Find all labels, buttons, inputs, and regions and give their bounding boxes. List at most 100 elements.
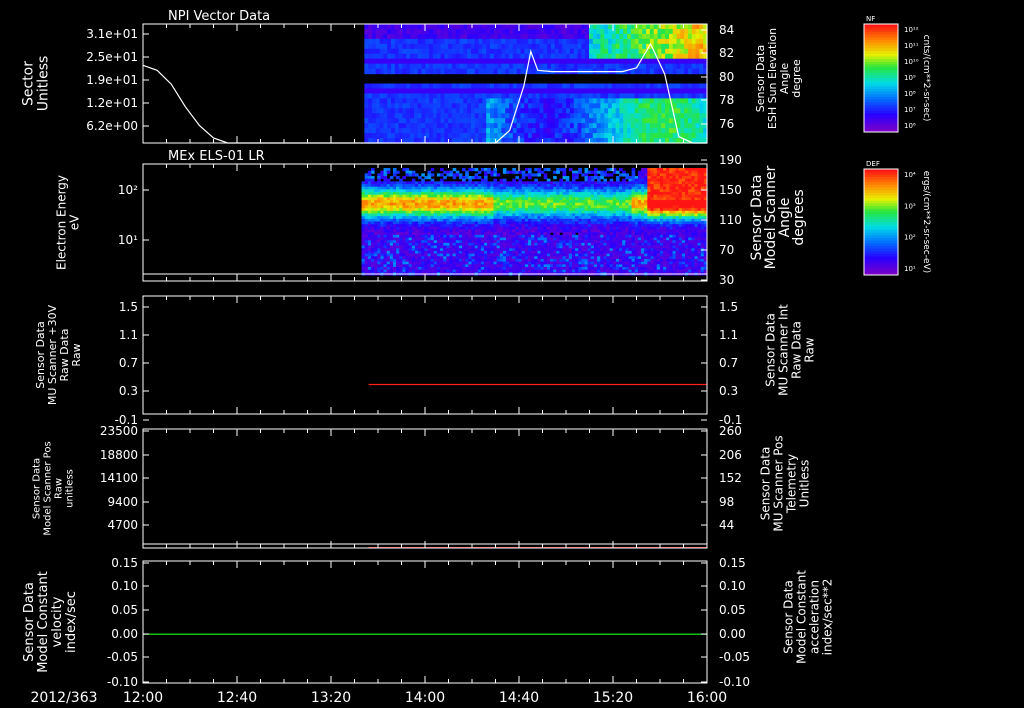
heatmap-cell <box>512 68 518 75</box>
heatmap-cell <box>604 33 609 40</box>
heatmap-cell <box>562 53 567 60</box>
heatmap-cell <box>470 123 476 129</box>
heatmap-cell <box>474 28 480 35</box>
heatmap-cell <box>596 33 602 40</box>
heatmap-cell <box>402 53 407 60</box>
heatmap-cell <box>429 98 434 104</box>
heatmap-cell <box>478 133 483 139</box>
heatmap-cell <box>638 68 643 75</box>
heatmap-cell <box>684 24 689 30</box>
heatmap-cell <box>672 43 678 50</box>
heatmap-cell <box>432 88 438 95</box>
heatmap-cell <box>562 103 567 109</box>
heatmap-cell <box>630 113 636 119</box>
heatmap-cell <box>490 58 495 65</box>
heatmap-cell <box>391 98 396 104</box>
heatmap-cell <box>509 170 513 174</box>
heatmap-cell <box>596 103 602 109</box>
heatmap-cell <box>600 118 605 124</box>
heatmap-cell <box>592 83 598 90</box>
heatmap-cell <box>646 88 651 95</box>
heatmap-cell <box>448 93 453 99</box>
heatmap-cell <box>687 108 693 114</box>
heatmap-cell <box>691 88 697 95</box>
heatmap-cell <box>695 68 700 75</box>
heatmap-cell <box>569 98 575 104</box>
heatmap-cell <box>550 53 556 60</box>
heatmap-cell <box>486 118 491 124</box>
heatmap-cell <box>490 43 495 50</box>
heatmap-cell <box>600 133 605 139</box>
heatmap-cell <box>695 93 700 99</box>
heatmap-cell <box>371 28 377 35</box>
heatmap-cell <box>691 113 697 119</box>
heatmap-cell <box>516 108 522 114</box>
heatmap-cell <box>581 24 586 30</box>
heatmap-cell <box>539 38 544 45</box>
heatmap-cell <box>459 133 464 139</box>
heatmap-cell <box>680 58 685 65</box>
heatmap-cell <box>615 133 621 139</box>
heatmap-cell <box>417 43 423 50</box>
heatmap-cell <box>680 113 685 119</box>
heatmap-cell <box>470 48 476 55</box>
heatmap-cell <box>421 123 426 129</box>
heatmap-cell <box>436 38 442 45</box>
heatmap-cell <box>478 68 483 75</box>
heatmap-cell <box>413 133 419 139</box>
heatmap-cell <box>680 53 685 60</box>
heatmap-cell <box>425 98 430 104</box>
heatmap-cell <box>413 128 419 134</box>
heatmap-cell <box>408 173 413 177</box>
heatmap-cell <box>493 33 499 40</box>
heatmap-cell <box>413 63 419 70</box>
heatmap-cell <box>573 24 579 30</box>
heatmap-cell <box>402 118 407 124</box>
heatmap-cell <box>691 24 697 30</box>
heatmap-cell <box>478 108 483 114</box>
heatmap-cell <box>592 123 598 129</box>
heatmap-cell <box>474 128 480 134</box>
heatmap-cell <box>474 176 479 180</box>
heatmap-cell <box>653 118 659 124</box>
heatmap-cell <box>451 113 457 119</box>
heatmap-cell <box>520 103 525 109</box>
heatmap-cell <box>606 173 611 177</box>
heatmap-cell <box>687 118 693 124</box>
heatmap-cell <box>463 88 468 95</box>
heatmap-cell <box>577 118 582 124</box>
heatmap-cell <box>482 88 487 95</box>
heatmap-cell <box>512 38 518 45</box>
heatmap-cell <box>448 103 453 109</box>
heatmap-cell <box>471 168 476 172</box>
heatmap-cell <box>558 43 563 50</box>
heatmap-cell <box>524 33 529 40</box>
heatmap-cell <box>497 38 503 45</box>
heatmap-cell <box>554 24 560 30</box>
heatmap-cell <box>387 24 392 30</box>
heatmap-cell <box>528 108 533 114</box>
heatmap-cell <box>653 83 659 90</box>
heatmap-cell <box>364 24 369 30</box>
heatmap-cell <box>684 28 689 35</box>
heatmap-cell <box>569 33 575 40</box>
heatmap-cell <box>406 33 411 40</box>
heatmap-cell <box>661 24 666 30</box>
heatmap-cell <box>444 98 449 104</box>
heatmap-cell <box>436 58 442 65</box>
heatmap-cell <box>364 83 369 90</box>
heatmap-cell <box>486 108 491 114</box>
heatmap-cell <box>649 98 655 104</box>
heatmap-cell <box>691 108 697 114</box>
heatmap-cell <box>512 58 518 65</box>
heatmap-cell <box>535 53 541 60</box>
heatmap-cell <box>379 133 385 139</box>
heatmap-cell <box>566 133 571 139</box>
heatmap-cell <box>554 93 560 99</box>
heatmap-cell <box>505 28 510 35</box>
heatmap-cell <box>470 108 476 114</box>
heatmap-cell <box>379 28 385 35</box>
heatmap-cell <box>448 38 453 45</box>
heatmap-cell <box>539 43 544 50</box>
heatmap-cell <box>490 93 495 99</box>
